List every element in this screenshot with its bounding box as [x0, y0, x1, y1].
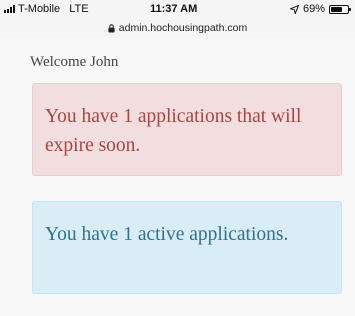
clock: 11:37 AM: [150, 3, 198, 15]
lock-icon: [108, 23, 115, 32]
page-content: Welcome John You have 1 applications tha…: [0, 38, 355, 316]
active-applications-alert: You have 1 active applications.: [32, 201, 342, 294]
carrier-info: T-Mobile LTE: [4, 3, 89, 15]
battery-percent: 69%: [302, 3, 325, 15]
signal-strength-icon: [4, 5, 15, 13]
location-arrow-icon: [289, 4, 299, 14]
url-text: admin.hochousingpath.com: [118, 22, 248, 34]
expiring-applications-alert: You have 1 applications that will expire…: [32, 83, 342, 176]
address-bar[interactable]: admin.hochousingpath.com: [0, 20, 355, 36]
battery-icon: [329, 4, 351, 14]
welcome-message: Welcome John: [30, 54, 119, 70]
status-right: 69%: [289, 3, 351, 15]
status-bar: T-Mobile LTE 11:37 AM 69% admin.hochousi…: [0, 0, 355, 38]
network-type: LTE: [69, 3, 89, 15]
carrier-name: T-Mobile: [18, 3, 61, 15]
